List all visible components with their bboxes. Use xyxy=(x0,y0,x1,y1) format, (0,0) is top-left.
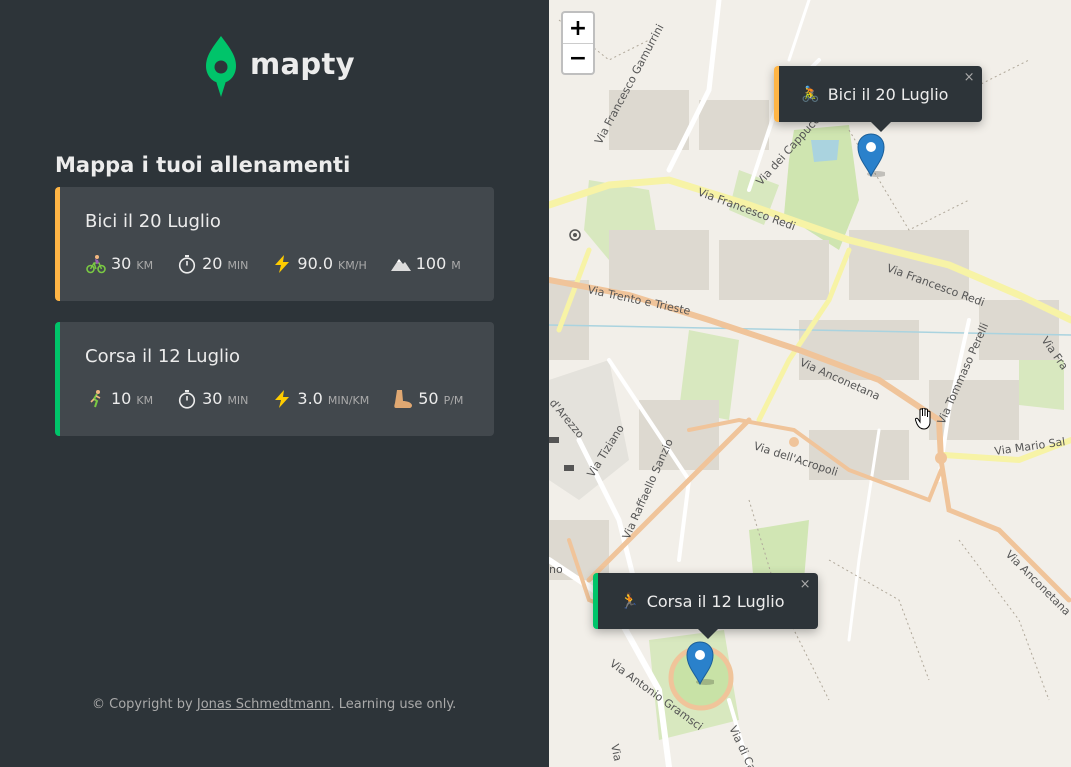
popup-tip xyxy=(698,629,719,639)
runner-icon: 🏃 xyxy=(620,592,639,610)
zoom-out-button[interactable]: − xyxy=(563,43,593,73)
street-label: Via Anconetana xyxy=(1003,548,1071,618)
workout-title: Bici il 20 Luglio xyxy=(85,211,221,232)
logo: mapty xyxy=(204,34,355,98)
map[interactable]: Via Francesco Gamurrini Via dei Cappucci… xyxy=(549,0,1071,767)
workout-distance: 30 km xyxy=(85,254,153,274)
zoom-in-button[interactable]: + xyxy=(563,13,593,43)
sidebar: mapty Mappa i tuoi allenamenti Bici il 2… xyxy=(0,0,549,767)
workout-pace: 3.0 min/km xyxy=(271,389,369,409)
workout-card-cycling[interactable]: Bici il 20 Luglio 30 km 20 min 90 xyxy=(55,187,494,301)
runner-icon xyxy=(85,389,107,409)
map-marker-icon[interactable] xyxy=(857,133,885,177)
stopwatch-icon xyxy=(176,254,198,274)
workout-cadence: 50 p/m xyxy=(392,389,463,409)
cyclist-icon xyxy=(85,254,107,274)
lightning-icon xyxy=(271,389,293,409)
workout-elevation: 100 m xyxy=(390,254,461,274)
workout-details: 30 km 20 min 90.0 km/h xyxy=(85,254,484,274)
street-label: Via di Ca xyxy=(726,724,758,767)
popup-close-button[interactable]: × xyxy=(800,577,811,592)
hand-cursor-icon xyxy=(915,408,931,430)
author-link[interactable]: Jonas Schmedtmann xyxy=(197,697,331,712)
popup-close-button[interactable]: × xyxy=(964,70,975,85)
map-marker-icon[interactable] xyxy=(686,641,714,685)
workout-speed: 90.0 km/h xyxy=(271,254,367,274)
map-pin-logo-icon xyxy=(206,36,236,97)
copyright: © Copyright by Jonas Schmedtmann. Learni… xyxy=(92,697,457,712)
app-name: mapty xyxy=(250,47,355,81)
map-popup-running[interactable]: 🏃 Corsa il 12 Luglio × xyxy=(593,573,819,639)
workout-details: 10 km 30 min 3.0 min/km xyxy=(85,389,486,409)
workout-title: Corsa il 12 Luglio xyxy=(85,346,241,367)
popup-tip xyxy=(870,122,891,132)
mountain-icon xyxy=(390,254,412,274)
street-label: Via xyxy=(608,743,624,762)
street-label: no xyxy=(549,563,563,576)
cyclist-icon: 🚴 xyxy=(801,85,820,103)
workout-card-running[interactable]: Corsa il 12 Luglio 10 km 30 min 3 xyxy=(55,322,494,436)
workout-duration: 30 min xyxy=(176,389,248,409)
zoom-control: + − xyxy=(561,11,595,75)
page-title: Mappa i tuoi allenamenti xyxy=(55,153,351,177)
map-popup-cycling[interactable]: 🚴 Bici il 20 Luglio × xyxy=(774,66,983,132)
workout-duration: 20 min xyxy=(176,254,248,274)
popup-label: Bici il 20 Luglio xyxy=(827,84,949,104)
popup-label: Corsa il 12 Luglio xyxy=(646,591,785,611)
workout-distance: 10 km xyxy=(85,389,153,409)
lightning-icon xyxy=(271,254,293,274)
stopwatch-icon xyxy=(176,389,198,409)
foot-icon xyxy=(392,389,414,409)
